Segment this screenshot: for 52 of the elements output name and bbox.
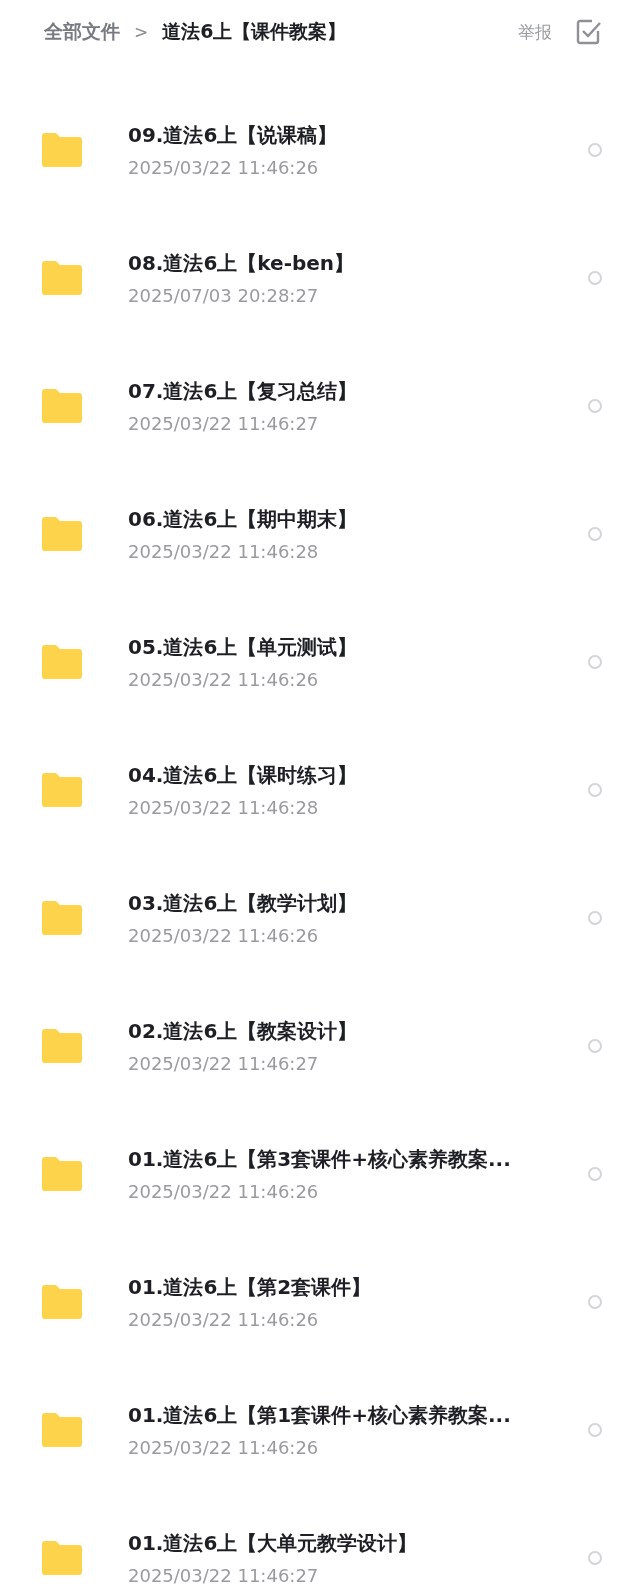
modified-date: 2025/03/22 11:46:26 xyxy=(128,1309,320,1330)
modified-date: 2025/03/22 11:46:26 xyxy=(128,1181,320,1202)
folder-icon xyxy=(42,1541,82,1575)
folder-icon xyxy=(42,389,82,423)
folder-name[interactable]: 07.道法6上【复习总结】 xyxy=(128,378,588,405)
folder-icon xyxy=(42,773,82,807)
folder-name[interactable]: 05.道法6上【单元测试】 xyxy=(128,634,588,661)
folder-name[interactable]: 01.道法6上【第2套课件】 xyxy=(128,1274,588,1301)
breadcrumb-link[interactable]: 全部文件 xyxy=(44,19,120,45)
folder-name[interactable]: 06.道法6上【期中期末】 xyxy=(128,506,588,533)
select-radio[interactable] xyxy=(588,143,602,157)
modified-date: 2025/03/22 11:46:26 xyxy=(128,925,320,946)
modified-date: 2025/03/22 11:46:26 xyxy=(128,1437,320,1458)
folder-name[interactable]: 02.道法6上【教案设计】 xyxy=(128,1018,588,1045)
folder-name[interactable]: 04.道法6上【课时练习】 xyxy=(128,762,588,789)
folder-icon xyxy=(42,1413,82,1447)
folder-name[interactable]: 01.道法6上【大单元教学设计】 xyxy=(128,1530,588,1557)
select-radio[interactable] xyxy=(588,1295,602,1309)
folder-icon xyxy=(42,1285,82,1319)
folder-icon xyxy=(42,645,82,679)
select-radio[interactable] xyxy=(588,399,602,413)
folder-name[interactable]: 01.道法6上【第3套课件+核心素养教案... xyxy=(128,1146,588,1173)
breadcrumb-current: 道法6上【课件教案】 xyxy=(162,19,347,44)
folder-name[interactable]: 03.道法6上【教学计划】 xyxy=(128,890,588,917)
folder-name[interactable]: 08.道法6上【ke-ben】 xyxy=(128,250,588,277)
breadcrumb-separator: > xyxy=(134,22,149,42)
select-radio[interactable] xyxy=(588,1039,602,1053)
folder-icon xyxy=(42,901,82,935)
folder-icon xyxy=(42,261,82,295)
select-radio[interactable] xyxy=(588,1167,602,1181)
modified-date: 2025/03/22 11:46:26 xyxy=(128,669,320,690)
modified-date: 2025/03/22 11:46:27 xyxy=(128,1053,320,1074)
folder-icon xyxy=(42,133,82,167)
modified-date: 2025/03/22 11:46:28 xyxy=(128,541,320,562)
folder-name[interactable]: 01.道法6上【第1套课件+核心素养教案... xyxy=(128,1402,588,1429)
folder-icon xyxy=(42,517,82,551)
select-radio[interactable] xyxy=(588,1551,602,1565)
folder-icon xyxy=(42,1157,82,1191)
modified-date: 2025/03/22 11:46:26 xyxy=(128,157,320,178)
select-radio[interactable] xyxy=(588,1423,602,1437)
select-radio[interactable] xyxy=(588,527,602,541)
folder-icon xyxy=(42,1029,82,1063)
select-radio[interactable] xyxy=(588,783,602,797)
select-radio[interactable] xyxy=(588,655,602,669)
modified-date: 2025/03/22 11:46:28 xyxy=(128,797,320,818)
select-radio[interactable] xyxy=(588,911,602,925)
select-radio[interactable] xyxy=(588,271,602,285)
folder-name[interactable]: 09.道法6上【说课稿】 xyxy=(128,122,588,149)
modified-date: 2025/07/03 20:28:27 xyxy=(128,285,320,306)
multi-select-icon[interactable] xyxy=(576,19,602,45)
modified-date: 2025/03/22 11:46:27 xyxy=(128,413,320,434)
modified-date: 2025/03/22 11:46:27 xyxy=(128,1565,320,1586)
